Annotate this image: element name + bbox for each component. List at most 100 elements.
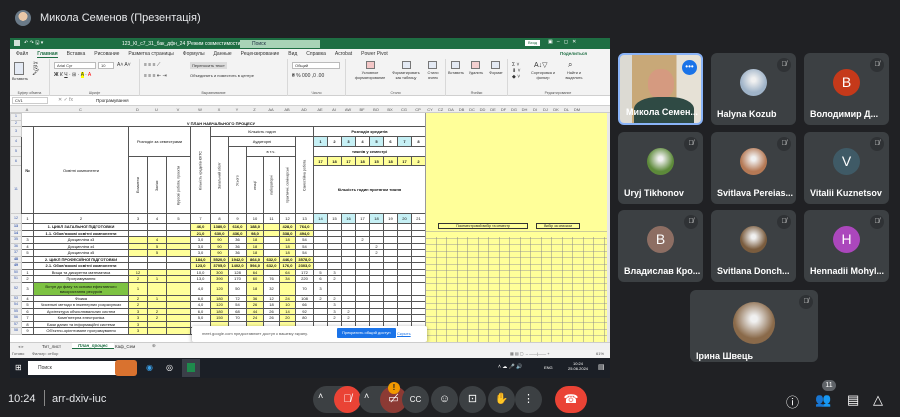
component-name[interactable]: Вступ до фаху та основи ефективного вико… [33,281,129,296]
ribbon-tab[interactable]: Разметка страницы [128,51,173,57]
component-name[interactable]: 1. ЦИКЛ ЗАГАЛЬНОЇ ПІДГОТОВКИ [33,223,129,231]
sheet-tab-active[interactable]: План_процес [72,343,114,349]
cell[interactable] [166,281,191,296]
column-header[interactable]: CP [411,107,425,112]
column-header[interactable]: DM [572,107,582,112]
more-options-icon[interactable]: ⋮ [515,386,542,413]
component-name[interactable]: Архітектура обчислювальних систем [33,307,129,315]
component-name[interactable]: Об'єктно-орієнтоване програмування [33,327,129,335]
column-header[interactable]: Z [246,107,263,112]
ribbon-tab[interactable]: Acrobat [335,51,352,57]
cell[interactable] [355,281,370,296]
sheet-tab[interactable]: Каф_Сем [115,344,135,349]
present-screen-icon[interactable]: ⊡ [459,386,486,413]
end-call-icon[interactable]: ☎ [555,386,587,413]
emoji-icon[interactable]: ☺ [431,386,458,413]
cell[interactable]: 70 [295,281,314,296]
column-header[interactable]: DK [551,107,561,112]
column-header[interactable]: A [21,107,33,112]
font-grow-shrink-icons[interactable]: A˄ A˅ [117,62,131,68]
meeting-info-icon[interactable]: ⓘ [786,392,799,411]
cell[interactable] [397,281,412,296]
participant-tile[interactable]: 🎙̸ В Володимир Д... [804,53,889,125]
delete-cells-button[interactable]: Удалить [466,71,486,76]
edge-icon[interactable]: ◉ [146,363,153,372]
column-header[interactable]: BO [369,107,383,112]
cell[interactable]: 3 [313,281,328,296]
tray-icons[interactable]: ˄ ☁ 🎤 🔊 [498,364,523,370]
font-size-select[interactable]: 10 [98,62,114,69]
participant-tile[interactable]: ••• Микола Семен... [618,53,703,125]
participant-tile[interactable]: 🎙̸ Svitlava Pereias... [711,132,796,204]
column-header[interactable]: DB [457,107,467,112]
cell[interactable] [369,281,384,296]
ribbon-tab[interactable]: Power Pivot [361,51,388,57]
cell[interactable]: 4,0 [190,281,211,296]
chrome-icon[interactable]: ◎ [166,363,173,372]
cell[interactable]: 3578,0 [295,255,314,263]
chat-icon[interactable]: ▤ [847,392,859,408]
ribbon-tab[interactable]: Вид [288,51,297,57]
component-name[interactable]: Бази даних та інформаційні системи [33,320,129,328]
paste-button[interactable]: Вставить [10,77,30,82]
column-header[interactable]: DE [488,107,498,112]
font-name-select[interactable]: Arial Cyr [54,62,96,69]
cell[interactable] [279,281,296,296]
bold-italic-underline-icons[interactable]: Ж К Ч · ⊞ · A · A [54,72,91,78]
notifications-icon[interactable]: ▤ [598,363,605,371]
cell[interactable] [383,281,398,296]
taskbar-search[interactable]: Поиск [28,361,118,375]
column-header[interactable]: CZ [436,107,446,112]
column-header[interactable]: AD [295,107,313,112]
ribbon-tab[interactable]: Файл [16,51,28,57]
wrap-text-button[interactable]: Переносить текст [190,62,227,69]
formula-input[interactable]: Програмування [96,98,129,103]
column-header[interactable]: DI [530,107,540,112]
column-header[interactable]: BF [355,107,369,112]
zoom-level[interactable]: 61% [596,351,604,356]
column-header[interactable]: DF [499,107,509,112]
ribbon-tab[interactable]: Данные [214,51,232,57]
cell[interactable]: 5520,0 [210,255,229,263]
column-header[interactable]: Y [228,107,246,112]
column-header[interactable]: C [33,107,128,112]
cell[interactable]: 9 [21,327,34,335]
column-header[interactable]: DL [562,107,572,112]
ribbon-tab[interactable]: Формулы [183,51,205,57]
participant-tile[interactable]: 🎙̸ Halyna Kozub [711,53,796,125]
cell[interactable]: 3 [128,327,148,335]
raise-hand-icon[interactable]: ✋ [488,386,515,413]
ribbon-tab[interactable]: Рисование [94,51,119,57]
format-table-button[interactable]: Форматировать как таблицу [390,71,422,80]
cell[interactable] [147,327,167,335]
captions-icon[interactable]: CC [402,386,429,413]
participant-tile[interactable]: 🎙̸ Uryj Tikhonov [618,132,703,204]
stop-sharing-button[interactable]: Прекратить общий доступ [337,328,396,338]
window-controls[interactable]: ▣ – ◻ ✕ [548,39,576,45]
component-name[interactable]: Чисельні методи в інженерних розрахунках [33,301,129,309]
cell[interactable]: 50 [228,281,247,296]
column-header[interactable]: BX [383,107,397,112]
column-header[interactable]: AI [327,107,341,112]
column-header[interactable]: DD [478,107,488,112]
mic-off-icon[interactable]: 🎙̸ [334,386,361,413]
column-header[interactable]: CG [397,107,411,112]
column-header[interactable]: DA [446,107,456,112]
insert-cells-button[interactable]: Вставить [446,71,466,76]
cell[interactable]: 1 [128,281,148,296]
merge-center-button[interactable]: Объединить и поместить в центре [190,73,254,78]
participant-tile[interactable]: 🎙̸ В Владислав Кро... [618,210,703,282]
participant-tile[interactable]: 🎙̸ Ірина Швець [690,290,818,362]
more-options-icon[interactable]: ••• [682,60,697,75]
cell-styles-button[interactable]: Стили ячеек [423,71,443,80]
column-header[interactable]: DJ [541,107,551,112]
signin-button[interactable]: Вход [525,40,541,46]
activities-icon[interactable]: △ [873,392,883,408]
column-header[interactable]: W [190,107,210,112]
view-buttons[interactable]: ▦ ▤ ▢ – ——|—— + [510,351,550,356]
column-header[interactable]: AE [313,107,327,112]
sort-filter-button[interactable]: Сортировка и фильтр [528,71,558,80]
component-name[interactable]: 2.1. Обов'язкові освітні компоненти [33,262,129,270]
column-header[interactable]: AA [263,107,279,112]
hide-notification-link[interactable]: Скрыть [397,331,411,336]
